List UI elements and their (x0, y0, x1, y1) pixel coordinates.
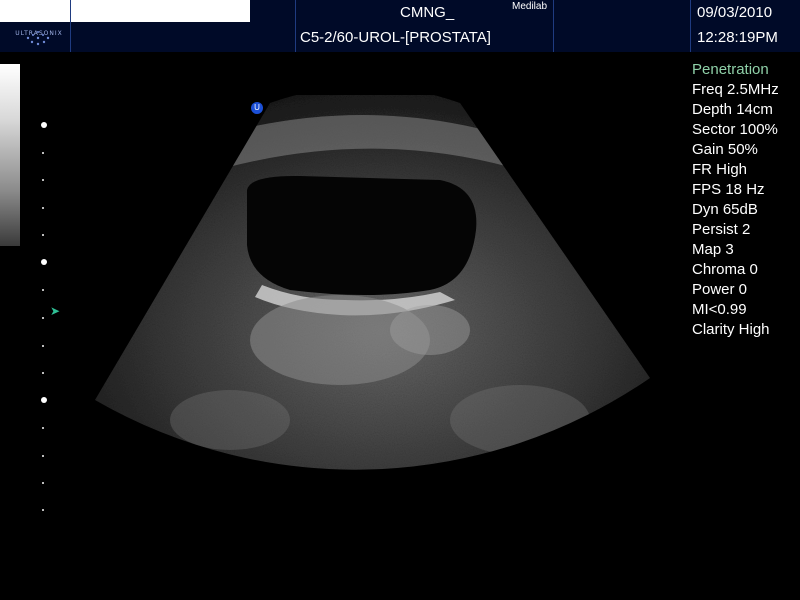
depth-scale-tick (42, 427, 44, 429)
param-gain[interactable]: Gain 50% (692, 140, 779, 160)
depth-scale-tick (42, 455, 44, 457)
param-chroma[interactable]: Chroma 0 (692, 260, 779, 280)
depth-scale-tick (42, 289, 44, 291)
param-mechanical-index: MI<0.99 (692, 301, 747, 318)
imaging-parameters-panel: Penetration Freq 2.5MHz Depth 14cm Secto… (692, 60, 779, 340)
param-map[interactable]: Map 3 (692, 240, 779, 260)
depth-scale-tick (42, 179, 44, 181)
focus-marker-icon[interactable]: ➤ (50, 304, 60, 318)
param-fps: FPS 18 Hz (692, 181, 765, 198)
param-power[interactable]: Power 0 (692, 280, 779, 300)
depth-scale-major-tick (41, 259, 47, 265)
param-clarity[interactable]: Clarity High (692, 320, 779, 340)
imaging-mode[interactable]: Penetration (692, 60, 779, 80)
param-frame-rate[interactable]: FR High (692, 160, 779, 180)
depth-scale-tick (42, 207, 44, 209)
depth-scale-tick (42, 234, 44, 236)
depth-scale-tick (42, 372, 44, 374)
grayscale-bar (0, 64, 20, 246)
depth-scale-major-tick (41, 122, 47, 128)
depth-scale-tick (42, 509, 44, 511)
param-sector[interactable]: Sector 100% (692, 120, 779, 140)
depth-scale-tick (42, 345, 44, 347)
scan-sector (95, 95, 650, 470)
ultrasound-image[interactable] (0, 0, 800, 600)
param-dynamic-range[interactable]: Dyn 65dB (692, 200, 779, 220)
param-persistence[interactable]: Persist 2 (692, 220, 779, 240)
depth-scale-major-tick (41, 397, 47, 403)
param-frequency[interactable]: Freq 2.5MHz (692, 80, 779, 100)
depth-scale-tick (42, 317, 44, 319)
orientation-marker-icon: U (251, 102, 263, 114)
depth-scale-tick (42, 152, 44, 154)
depth-scale-tick (42, 482, 44, 484)
param-depth[interactable]: Depth 14cm (692, 100, 779, 120)
